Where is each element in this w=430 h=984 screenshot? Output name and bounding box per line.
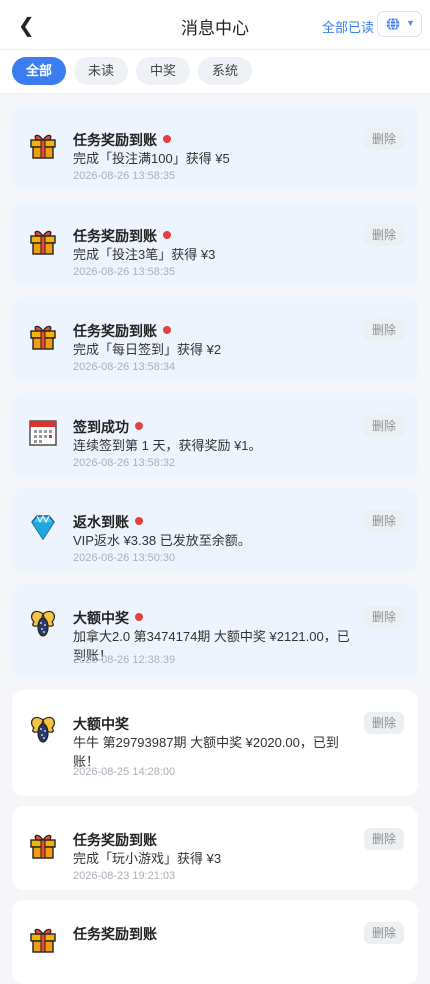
message-body: 连续签到第 1 天，获得奖励 ¥1。 (73, 438, 262, 453)
delete-button[interactable]: 删除 (364, 510, 404, 532)
message-title-text: 任务奖励到账 (73, 323, 157, 339)
language-selector[interactable]: ▼ (377, 11, 422, 37)
message-timestamp: 2026-08-26 12:38:39 (73, 654, 176, 666)
gift-icon (28, 830, 58, 860)
unread-dot (163, 231, 171, 239)
delete-button[interactable]: 删除 (364, 415, 404, 437)
unread-dot (135, 422, 143, 430)
message-title: 大额中奖 (73, 714, 129, 734)
message-body: 完成「投注满100」获得 ¥5 (73, 151, 230, 166)
message-title: 任务奖励到账 (73, 226, 171, 246)
message-timestamp: 2026-08-26 13:58:34 (73, 361, 176, 373)
filter-tabs: 全部 未读 中奖 系统 (0, 50, 430, 94)
message-body: 完成「玩小游戏」获得 ¥3 (73, 851, 222, 866)
unread-dot (163, 135, 171, 143)
message-title: 任务奖励到账 (73, 830, 157, 850)
delete-button[interactable]: 删除 (364, 712, 404, 734)
message-title-text: 任务奖励到账 (73, 926, 157, 942)
unread-dot (163, 326, 171, 334)
message-title-text: 大额中奖 (73, 716, 129, 732)
message-timestamp: 2026-08-26 13:58:35 (73, 170, 176, 182)
message-title: 签到成功 (73, 417, 143, 437)
jackpot-icon (28, 608, 58, 638)
message-card[interactable]: 签到成功 删除连续签到第 1 天，获得奖励 ¥1。 2026-08-26 13:58… (12, 393, 418, 477)
delete-button[interactable]: 删除 (364, 922, 404, 944)
diamond-icon (28, 512, 58, 542)
message-title: 任务奖励到账 (73, 130, 171, 150)
globe-icon (386, 17, 400, 31)
message-timestamp: 2026-08-25 14:28:00 (73, 766, 176, 778)
message-card[interactable]: 大额中奖 删除 加拿大2.0 第3474174期 大额中奖 ¥2121.00，已到账… (12, 584, 418, 678)
message-timestamp: 2026-08-26 13:50:30 (73, 552, 176, 564)
message-title-text: 签到成功 (73, 419, 129, 435)
message-title-text: 返水到账 (73, 514, 129, 530)
calendar-icon (28, 417, 58, 447)
tab-winning[interactable]: 中奖 (136, 57, 190, 85)
tab-all[interactable]: 全部 (12, 57, 66, 85)
message-title-text: 任务奖励到账 (73, 832, 157, 848)
app-header: ❮ 消息中心 全部已读 ▼ (0, 0, 430, 50)
message-card[interactable]: 任务奖励到账 删除完成「投注3笔」获得 ¥3 2026-08-26 13:58:35 (12, 202, 418, 286)
gift-icon (28, 924, 58, 954)
gift-icon (28, 130, 58, 160)
unread-dot (135, 517, 143, 525)
message-card[interactable]: 大额中奖 删除 牛牛 第29793987期 大额中奖 ¥2020.00，已到账！ 20… (12, 690, 418, 796)
message-timestamp: 2026-08-23 19:21:03 (73, 870, 176, 882)
message-body: 完成「投注3笔」获得 ¥3 (73, 247, 216, 262)
tab-system[interactable]: 系统 (198, 57, 252, 85)
chevron-down-icon: ▼ (406, 18, 415, 28)
message-card[interactable]: 任务奖励到账 删除完成「投注满100」获得 ¥5 2026-08-26 13:58:… (12, 106, 418, 190)
message-timestamp: 2026-08-26 13:58:32 (73, 457, 176, 469)
message-title: 返水到账 (73, 512, 143, 532)
tab-unread[interactable]: 未读 (74, 57, 128, 85)
message-list: 任务奖励到账 删除 完成「投注满100」获得 ¥5 2026-08-26 13:58:… (0, 94, 430, 984)
message-title: 大额中奖 (73, 608, 143, 628)
gift-icon (28, 321, 58, 351)
jackpot-icon (28, 714, 58, 744)
message-body: VIP返水 ¥3.38 已发放至余额。 (73, 533, 251, 548)
message-timestamp: 2026-08-26 13:58:35 (73, 266, 176, 278)
message-title: 任务奖励到账 (73, 321, 171, 341)
delete-button[interactable]: 删除 (364, 828, 404, 850)
message-card[interactable]: 任务奖励到账 删除 (12, 900, 418, 984)
delete-button[interactable]: 删除 (364, 606, 404, 628)
delete-button[interactable]: 删除 (364, 224, 404, 246)
delete-button[interactable]: 删除 (364, 319, 404, 341)
message-card[interactable]: 任务奖励到账 删除完成「玩小游戏」获得 ¥3 2026-08-23 19:21:03 (12, 806, 418, 890)
gift-icon (28, 226, 58, 256)
message-card[interactable]: 任务奖励到账 删除完成「每日签到」获得 ¥2 2026-08-26 13:58:34 (12, 297, 418, 381)
message-title-text: 大额中奖 (73, 610, 129, 626)
delete-button[interactable]: 删除 (364, 128, 404, 150)
message-card[interactable]: 返水到账 删除 VIP返水 ¥3.38 已发放至余额。 2026-08-26 13:5… (12, 488, 418, 572)
message-body: 完成「每日签到」获得 ¥2 (73, 342, 222, 357)
unread-dot (135, 613, 143, 621)
message-title-text: 任务奖励到账 (73, 228, 157, 244)
message-title: 任务奖励到账 (73, 924, 157, 944)
mark-all-read-button[interactable]: 全部已读 (322, 17, 374, 36)
message-title-text: 任务奖励到账 (73, 132, 157, 148)
